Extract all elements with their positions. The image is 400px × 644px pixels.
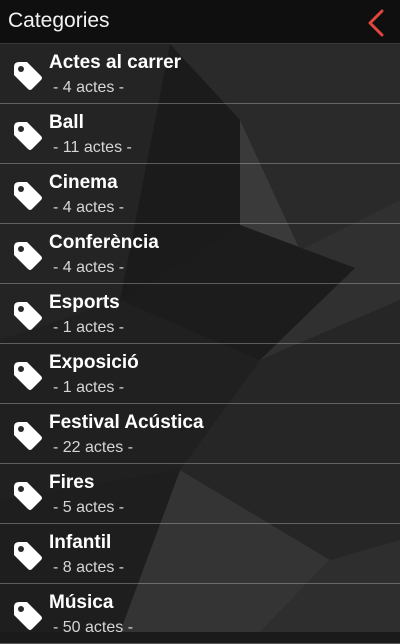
tag-icon [10, 238, 44, 272]
category-item[interactable]: Cinema - 4 actes - [0, 164, 400, 224]
category-name: Festival Acústica [49, 412, 204, 433]
category-count: - 1 actes - [53, 319, 125, 336]
category-item[interactable]: Festival Acústica - 22 actes - [0, 404, 400, 464]
tag-icon [10, 358, 44, 392]
category-name: Ball [49, 112, 84, 133]
tag-icon [10, 298, 44, 332]
category-count: - 4 actes - [53, 259, 125, 276]
category-name: Conferència [49, 232, 159, 253]
category-name: Cinema [49, 172, 118, 193]
category-count: - 8 actes - [53, 559, 125, 576]
category-item[interactable]: Infantil - 8 actes - [0, 524, 400, 584]
category-name: Infantil [49, 532, 112, 553]
category-count: - 22 actes - [53, 439, 134, 456]
category-name: Exposició [49, 352, 139, 373]
category-count: - 5 actes - [53, 499, 125, 516]
tag-icon [10, 58, 44, 92]
tag-icon [10, 178, 44, 212]
category-count: - 11 actes - [53, 139, 132, 156]
top-bar: Categories [0, 0, 400, 44]
category-list: Actes al carrer - 4 actes - Ball - 11 actes… [0, 44, 400, 644]
tag-icon [10, 538, 44, 572]
tag-icon [10, 118, 44, 152]
category-name: Fires [49, 472, 95, 493]
back-chevron-icon[interactable] [360, 4, 392, 40]
category-item[interactable]: Fires - 5 actes - [0, 464, 400, 524]
category-item[interactable]: Esports - 1 actes - [0, 284, 400, 344]
category-item[interactable]: Actes al carrer - 4 actes - [0, 44, 400, 104]
category-count: - 4 actes - [53, 79, 125, 96]
category-count: - 4 actes - [53, 199, 125, 216]
category-name: Actes al carrer [49, 52, 182, 73]
category-count: - 1 actes - [53, 379, 125, 396]
category-name: Música [49, 592, 114, 613]
page-title: Categories [8, 9, 110, 32]
category-item[interactable]: Música - 50 actes - [0, 584, 400, 644]
category-item[interactable]: Ball - 11 actes - [0, 104, 400, 164]
tag-icon [10, 478, 44, 512]
category-count: - 50 actes - [53, 619, 134, 636]
tag-icon [10, 598, 44, 632]
category-name: Esports [49, 292, 120, 313]
category-item[interactable]: Exposició - 1 actes - [0, 344, 400, 404]
category-item[interactable]: Conferència - 4 actes - [0, 224, 400, 284]
tag-icon [10, 418, 44, 452]
